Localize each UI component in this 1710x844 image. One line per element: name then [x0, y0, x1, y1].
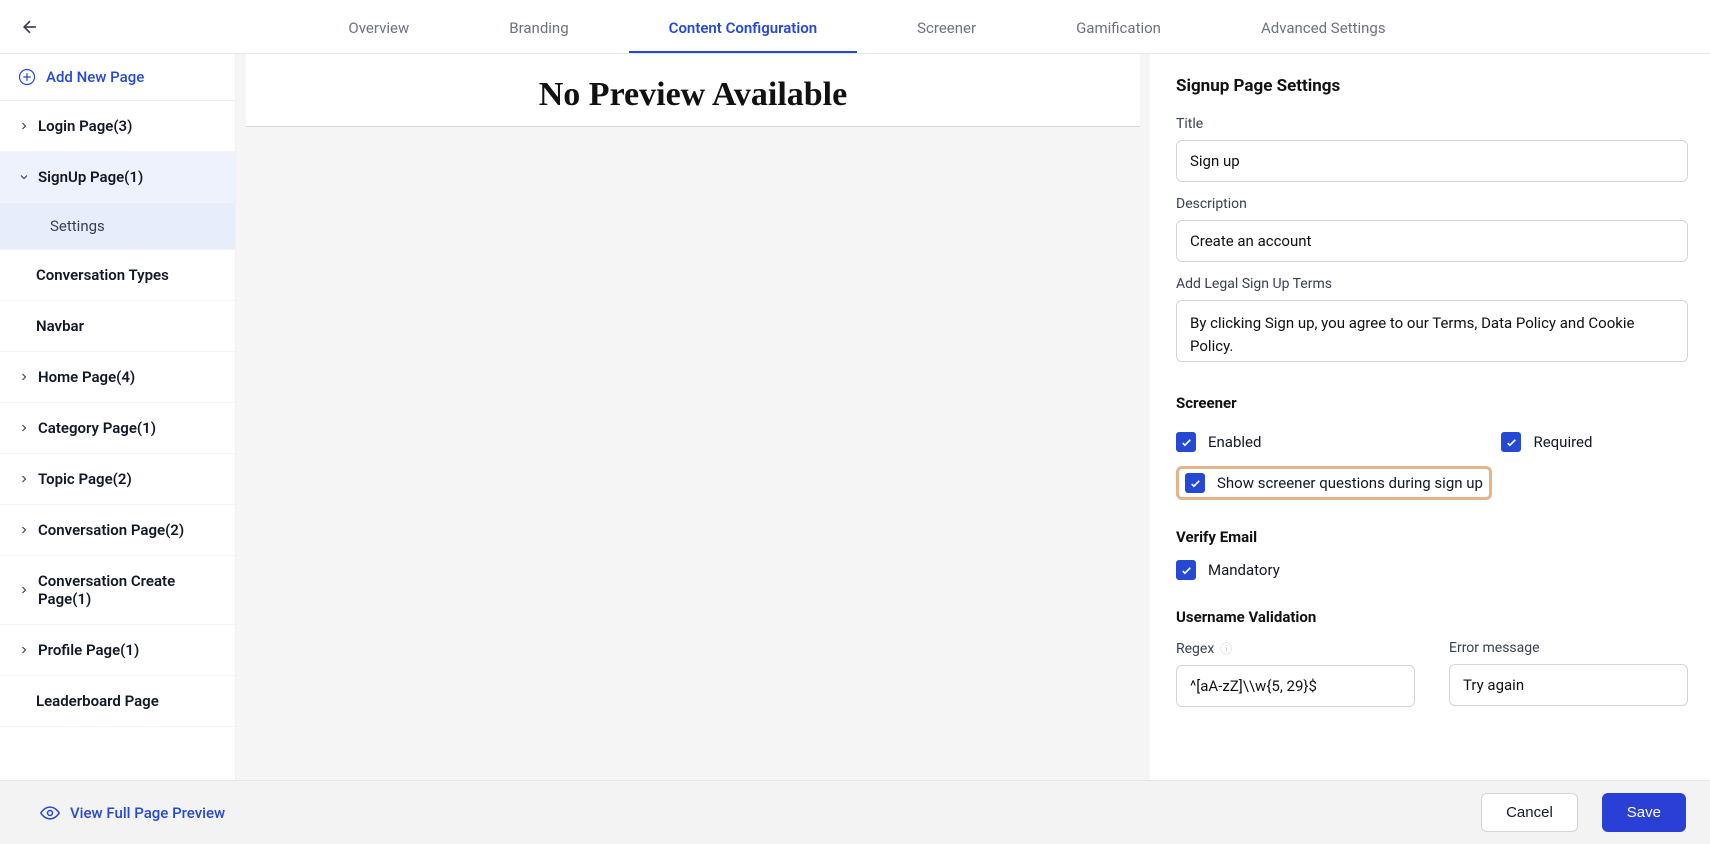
tab-branding[interactable]: Branding: [509, 2, 568, 52]
view-preview-label: View Full Page Preview: [70, 804, 225, 822]
screener-required-label: Required: [1533, 433, 1592, 451]
tab-advanced-settings[interactable]: Advanced Settings: [1261, 2, 1386, 52]
highlighted-checkbox-row: Show screener questions during sign up: [1176, 466, 1492, 500]
sidebar-item-navbar[interactable]: Navbar: [0, 301, 235, 352]
description-label: Description: [1176, 196, 1688, 212]
sidebar-item-label: Login Page(3): [38, 117, 132, 135]
tab-gamification[interactable]: Gamification: [1076, 2, 1161, 52]
screener-show-label: Show screener questions during sign up: [1217, 474, 1483, 492]
chevron-right-icon: [18, 120, 30, 132]
screener-section-head: Screener: [1176, 394, 1688, 412]
check-icon: [1505, 436, 1518, 449]
add-new-page-label: Add New Page: [46, 68, 144, 86]
screener-enabled-row[interactable]: Enabled: [1176, 432, 1261, 452]
regex-input[interactable]: [1176, 665, 1415, 707]
username-validation-head: Username Validation: [1176, 608, 1688, 626]
chevron-right-icon: [18, 473, 30, 485]
tab-content-configuration[interactable]: Content Configuration: [669, 2, 817, 52]
tab-screener[interactable]: Screener: [917, 2, 976, 52]
chevron-down-icon: [18, 171, 30, 183]
save-button[interactable]: Save: [1602, 793, 1686, 832]
verify-mandatory-label: Mandatory: [1208, 561, 1280, 579]
screener-show-row[interactable]: Show screener questions during sign up: [1185, 473, 1483, 493]
add-new-page-button[interactable]: Add New Page: [0, 54, 235, 101]
checkbox-enabled[interactable]: [1176, 432, 1196, 452]
tab-overview[interactable]: Overview: [348, 2, 409, 52]
legal-textarea[interactable]: By clicking Sign up, you agree to our Te…: [1176, 300, 1688, 362]
top-tabs: Overview Branding Content Configuration …: [42, 2, 1692, 52]
sidebar-item-home-page[interactable]: Home Page(4): [0, 352, 235, 403]
chevron-right-icon: [18, 371, 30, 383]
chevron-right-icon: [18, 524, 30, 536]
regex-label: Regex: [1176, 641, 1214, 657]
sidebar-item-label: Conversation Page(2): [38, 521, 184, 539]
sidebar-item-conversation-create-page[interactable]: Conversation Create Page(1): [0, 556, 235, 625]
sidebar-item-label: Home Page(4): [38, 368, 135, 386]
sidebar-item-conversation-page[interactable]: Conversation Page(2): [0, 505, 235, 556]
plus-circle-icon: [18, 68, 36, 86]
checkbox-mandatory[interactable]: [1176, 560, 1196, 580]
screener-required-row[interactable]: Required: [1501, 432, 1592, 452]
screener-enabled-label: Enabled: [1208, 433, 1261, 451]
preview-area: No Preview Available: [236, 54, 1150, 780]
title-label: Title: [1176, 116, 1688, 132]
arrow-left-icon: [20, 17, 40, 37]
verify-email-head: Verify Email: [1176, 528, 1688, 546]
sidebar-item-topic-page[interactable]: Topic Page(2): [0, 454, 235, 505]
chevron-right-icon: [18, 644, 30, 656]
check-icon: [1180, 564, 1193, 577]
cancel-button[interactable]: Cancel: [1481, 793, 1578, 832]
sidebar-item-conversation-types[interactable]: Conversation Types: [0, 250, 235, 301]
sidebar-item-label: Profile Page(1): [38, 641, 139, 659]
preview-title: No Preview Available: [246, 76, 1140, 114]
sidebar-item-category-page[interactable]: Category Page(1): [0, 403, 235, 454]
error-message-input[interactable]: [1449, 664, 1688, 706]
eye-icon: [40, 803, 60, 823]
error-message-label: Error message: [1449, 640, 1688, 656]
checkbox-required[interactable]: [1501, 432, 1521, 452]
check-icon: [1180, 436, 1193, 449]
chevron-right-icon: [18, 422, 30, 434]
footer: View Full Page Preview Cancel Save: [0, 780, 1710, 844]
sidebar-item-label: Topic Page(2): [38, 470, 132, 488]
settings-heading: Signup Page Settings: [1176, 76, 1688, 96]
verify-mandatory-row[interactable]: Mandatory: [1176, 560, 1688, 580]
description-input[interactable]: [1176, 220, 1688, 262]
sidebar-item-label: Conversation Create Page(1): [38, 572, 217, 608]
view-full-page-preview[interactable]: View Full Page Preview: [40, 803, 225, 823]
sidebar-item-label: Category Page(1): [38, 419, 156, 437]
sidebar: Add New Page Login Page(3) SignUp Page(1…: [0, 54, 236, 780]
sidebar-item-signup-page[interactable]: SignUp Page(1): [0, 152, 235, 203]
info-icon: ⓘ: [1220, 640, 1232, 657]
title-input[interactable]: [1176, 140, 1688, 182]
back-button[interactable]: [18, 15, 42, 39]
sidebar-subitem-settings[interactable]: Settings: [0, 203, 235, 250]
sidebar-item-profile-page[interactable]: Profile Page(1): [0, 625, 235, 676]
chevron-right-icon: [18, 584, 30, 596]
settings-panel: Signup Page Settings Title Description A…: [1150, 54, 1710, 780]
check-icon: [1189, 477, 1202, 490]
checkbox-show-screener[interactable]: [1185, 473, 1205, 493]
legal-label: Add Legal Sign Up Terms: [1176, 276, 1688, 292]
sidebar-item-leaderboard-page[interactable]: Leaderboard Page: [0, 676, 235, 727]
sidebar-item-label: SignUp Page(1): [38, 168, 143, 186]
sidebar-item-login-page[interactable]: Login Page(3): [0, 101, 235, 152]
